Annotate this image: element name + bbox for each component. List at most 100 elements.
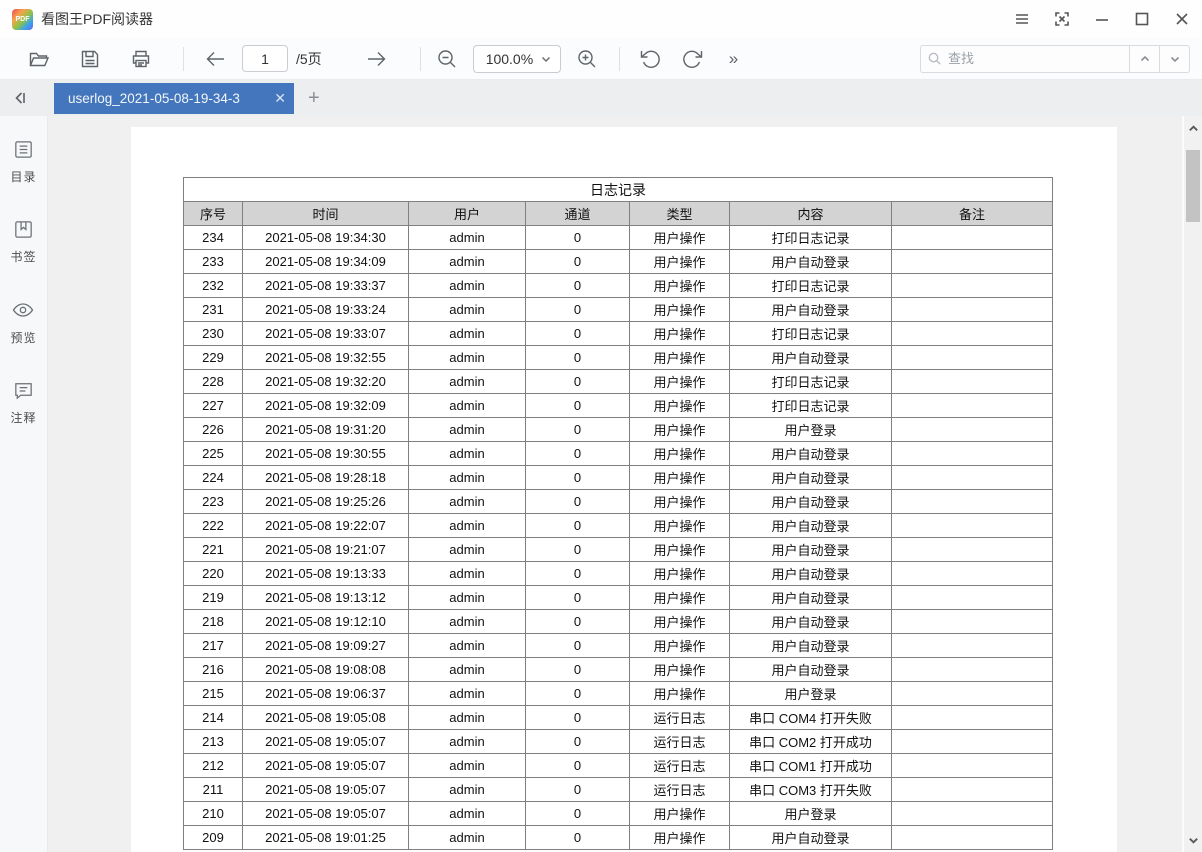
- sidebar-item-toc[interactable]: 目录: [10, 138, 36, 185]
- table-cell: 用户自动登录: [730, 250, 892, 274]
- table-title: 日志记录: [184, 178, 1053, 202]
- table-cell: 225: [184, 442, 243, 466]
- sidebar-item-preview[interactable]: 预览: [10, 298, 36, 346]
- scroll-down-icon[interactable]: [1184, 830, 1202, 850]
- table-cell: admin: [409, 274, 526, 298]
- table-cell: [892, 658, 1053, 682]
- more-tools-icon[interactable]: »: [729, 49, 737, 69]
- table-cell: 231: [184, 298, 243, 322]
- table-cell: 打印日志记录: [730, 394, 892, 418]
- scrollbar-thumb[interactable]: [1186, 150, 1200, 222]
- table-cell: [892, 370, 1053, 394]
- table-cell: 0: [526, 538, 630, 562]
- table-cell: admin: [409, 538, 526, 562]
- table-cell: [892, 610, 1053, 634]
- maximize-icon[interactable]: [1122, 0, 1162, 38]
- table-cell: 0: [526, 826, 630, 850]
- menu-icon[interactable]: [1002, 0, 1042, 38]
- table-cell: [892, 442, 1053, 466]
- table-cell: 0: [526, 250, 630, 274]
- next-page-icon[interactable]: [364, 47, 388, 71]
- table-cell: 2021-05-08 19:32:09: [243, 394, 409, 418]
- table-cell: 0: [526, 706, 630, 730]
- table-cell: 用户操作: [630, 250, 730, 274]
- table-row: 2252021-05-08 19:30:55admin0用户操作用户自动登录: [184, 442, 1053, 466]
- table-cell: 0: [526, 682, 630, 706]
- table-row: 2222021-05-08 19:22:07admin0用户操作用户自动登录: [184, 514, 1053, 538]
- document-viewport[interactable]: 日志记录 序号 时间 用户 通道 类型 内容 备注 2342021-05-08 …: [48, 116, 1182, 852]
- table-cell: 0: [526, 802, 630, 826]
- table-row: 2122021-05-08 19:05:07admin0运行日志串口 COM1 …: [184, 754, 1053, 778]
- close-icon[interactable]: [1162, 0, 1202, 38]
- fullscreen-icon[interactable]: [1042, 0, 1082, 38]
- table-cell: 232: [184, 274, 243, 298]
- scroll-up-icon[interactable]: [1184, 118, 1202, 138]
- sidebar-item-bookmarks[interactable]: 书签: [10, 218, 36, 265]
- table-row: 2112021-05-08 19:05:07admin0运行日志串口 COM3 …: [184, 778, 1053, 802]
- table-cell: 运行日志: [630, 778, 730, 802]
- save-icon[interactable]: [78, 47, 102, 71]
- search-icon: [927, 51, 942, 66]
- table-cell: 用户操作: [630, 514, 730, 538]
- table-cell: 用户操作: [630, 322, 730, 346]
- page-number-input[interactable]: [242, 45, 288, 72]
- title-bar: PDF 看图王PDF阅读器: [0, 0, 1202, 38]
- table-cell: 2021-05-08 19:06:37: [243, 682, 409, 706]
- search-group: [920, 45, 1190, 73]
- table-cell: 2021-05-08 19:28:18: [243, 466, 409, 490]
- zoom-out-icon[interactable]: [435, 47, 459, 71]
- minimize-icon[interactable]: [1082, 0, 1122, 38]
- zoom-in-icon[interactable]: [575, 47, 599, 71]
- rotate-right-icon[interactable]: [681, 47, 705, 71]
- table-cell: 用户自动登录: [730, 490, 892, 514]
- table-cell: admin: [409, 658, 526, 682]
- table-cell: admin: [409, 562, 526, 586]
- table-cell: 用户自动登录: [730, 298, 892, 322]
- sidebar-item-annotations[interactable]: 注释: [10, 379, 36, 426]
- table-cell: 用户操作: [630, 586, 730, 610]
- table-cell: 0: [526, 634, 630, 658]
- table-cell: 用户自动登录: [730, 466, 892, 490]
- table-cell: 2021-05-08 19:05:07: [243, 802, 409, 826]
- table-cell: 2021-05-08 19:09:27: [243, 634, 409, 658]
- zoom-level-dropdown[interactable]: 100.0%: [473, 45, 561, 73]
- vertical-scrollbar[interactable]: [1182, 116, 1202, 852]
- table-row: 2292021-05-08 19:32:55admin0用户操作用户自动登录: [184, 346, 1053, 370]
- table-cell: admin: [409, 322, 526, 346]
- table-cell: 用户操作: [630, 658, 730, 682]
- table-cell: 用户操作: [630, 274, 730, 298]
- tab-userlog[interactable]: userlog_2021-05-08-19-34-3 ✕: [54, 83, 294, 114]
- table-cell: 214: [184, 706, 243, 730]
- table-row: 2302021-05-08 19:33:07admin0用户操作打印日志记录: [184, 322, 1053, 346]
- table-cell: 222: [184, 514, 243, 538]
- collapse-tabs-icon[interactable]: [4, 83, 36, 113]
- table-cell: [892, 298, 1053, 322]
- table-cell: admin: [409, 418, 526, 442]
- table-row: 2162021-05-08 19:08:08admin0用户操作用户自动登录: [184, 658, 1053, 682]
- zoom-level-value: 100.0%: [486, 51, 533, 67]
- table-row: 2132021-05-08 19:05:07admin0运行日志串口 COM2 …: [184, 730, 1053, 754]
- tab-close-icon[interactable]: ✕: [274, 91, 286, 105]
- sidebar-item-label: 注释: [10, 409, 36, 426]
- table-cell: 0: [526, 610, 630, 634]
- table-cell: 212: [184, 754, 243, 778]
- table-cell: admin: [409, 370, 526, 394]
- table-cell: 2021-05-08 19:30:55: [243, 442, 409, 466]
- open-folder-icon[interactable]: [27, 47, 51, 71]
- new-tab-button[interactable]: +: [308, 87, 320, 110]
- prev-page-icon[interactable]: [204, 47, 228, 71]
- table-cell: 0: [526, 562, 630, 586]
- find-prev-icon[interactable]: [1130, 45, 1160, 73]
- table-cell: [892, 322, 1053, 346]
- table-cell: 0: [526, 346, 630, 370]
- print-icon[interactable]: [129, 47, 153, 71]
- table-row: 2262021-05-08 19:31:20admin0用户操作用户登录: [184, 418, 1053, 442]
- col-header: 类型: [630, 202, 730, 226]
- table-cell: 223: [184, 490, 243, 514]
- find-next-icon[interactable]: [1160, 45, 1190, 73]
- table-cell: [892, 706, 1053, 730]
- rotate-left-icon[interactable]: [638, 47, 662, 71]
- table-title-row: 日志记录: [184, 178, 1053, 202]
- search-input[interactable]: [948, 51, 1118, 66]
- table-cell: admin: [409, 250, 526, 274]
